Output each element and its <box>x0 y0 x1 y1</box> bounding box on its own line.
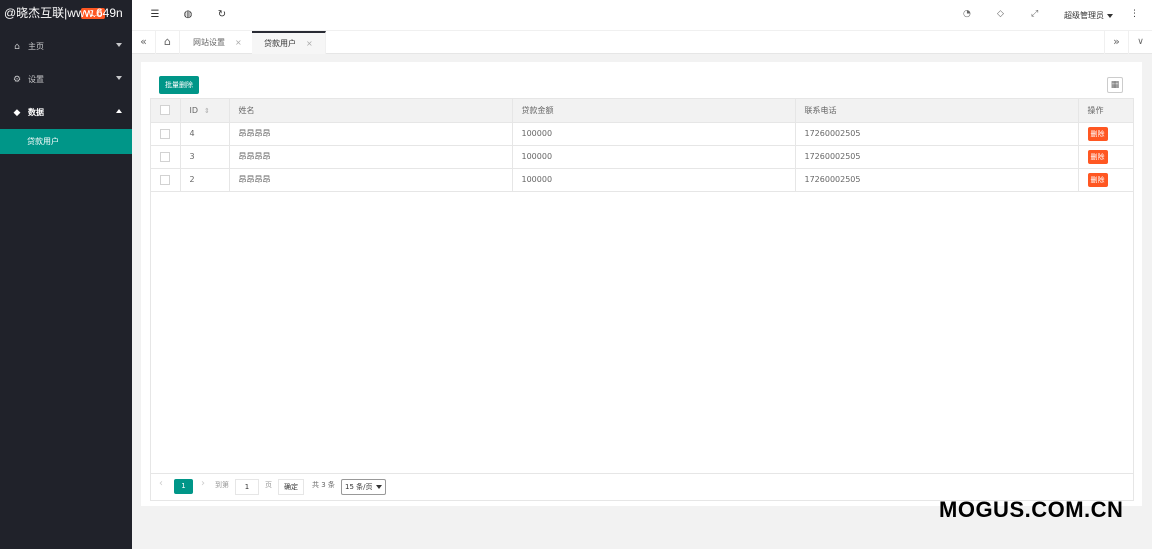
sort-icon[interactable]: ⇕ <box>204 107 210 115</box>
column-header-phone: 联系电话 <box>795 99 1079 123</box>
close-icon[interactable]: × <box>306 39 313 48</box>
caret-down-icon <box>1107 13 1113 18</box>
next-page-icon[interactable]: › <box>201 478 205 489</box>
data-table: ID ⇕ 姓名 贷款金额 联系电话 操作 4 昂昂昂昂 100000 172600… <box>150 98 1134 501</box>
row-select-cell <box>151 122 181 146</box>
tag-icon[interactable]: ◇ <box>997 9 1004 19</box>
tab-label: 贷款用户 <box>264 39 296 48</box>
sidebar-subitem-loan-users[interactable]: 贷款用户 <box>0 129 132 154</box>
cell-action: 删除 <box>1078 122 1133 146</box>
tab-site-settings[interactable]: 网站设置 × <box>181 31 255 54</box>
refresh-icon[interactable]: ↻ <box>216 9 228 21</box>
watermark-top: @晓杰互联|www.649n <box>4 6 123 20</box>
pagination: ‹ 1 › 到第 1 页 确定 共 3 条 15 条/页 <box>151 473 1133 500</box>
tab-loan-users[interactable]: 贷款用户 × <box>252 31 326 54</box>
admin-label: 超级管理员 <box>1064 11 1104 20</box>
more-icon[interactable]: ⋮ <box>1130 9 1139 19</box>
batch-delete-button[interactable]: 批量删除 <box>159 76 199 94</box>
table-row: 3 昂昂昂昂 100000 17260002505 删除 <box>151 145 1133 169</box>
column-header-action: 操作 <box>1078 99 1133 123</box>
cell-phone: 17260002505 <box>795 168 1079 192</box>
sidebar-item-label: 主页 <box>28 42 44 51</box>
menu-toggle-icon[interactable]: ☰ <box>149 9 161 21</box>
cell-name: 昂昂昂昂 <box>229 122 513 146</box>
row-checkbox[interactable] <box>160 128 170 139</box>
row-select-cell <box>151 145 181 169</box>
delete-button[interactable]: 删除 <box>1087 149 1108 164</box>
cell-phone: 17260002505 <box>795 145 1079 169</box>
column-header-amount: 贷款金额 <box>512 99 796 123</box>
goto-label: 到第 <box>215 481 229 489</box>
theme-icon[interactable]: ◔ <box>963 9 971 19</box>
tab-label: 网站设置 <box>193 38 225 47</box>
tabs-scroll-right-icon[interactable]: » <box>1104 31 1128 54</box>
diamond-icon: ◆ <box>13 107 21 118</box>
select-all-cell <box>151 99 181 123</box>
cell-phone: 17260002505 <box>795 122 1079 146</box>
sidebar-item-label: 数据 <box>28 108 44 117</box>
home-tab-icon[interactable]: ⌂ <box>156 31 180 54</box>
cell-id: 4 <box>180 122 230 146</box>
chevron-down-icon[interactable]: ∨ <box>1128 31 1152 54</box>
table-toolbar: 批量删除 ▦ <box>151 70 1133 98</box>
delete-button[interactable]: 删除 <box>1087 126 1108 141</box>
cell-name: 昂昂昂昂 <box>229 145 513 169</box>
total-count: 共 3 条 <box>312 481 335 489</box>
tabs-scroll-left-icon[interactable]: « <box>132 31 156 54</box>
chevron-down-icon <box>116 43 122 47</box>
row-checkbox[interactable] <box>160 151 170 162</box>
column-label: ID <box>189 105 199 115</box>
current-page-button[interactable]: 1 <box>174 479 193 494</box>
columns-icon[interactable]: ▦ <box>1107 77 1123 93</box>
page-suffix: 页 <box>265 481 272 489</box>
cell-name: 昂昂昂昂 <box>229 168 513 192</box>
sidebar-item-settings[interactable]: ⚙ 设置 <box>0 63 132 96</box>
page-size-select[interactable]: 15 条/页 <box>341 479 386 495</box>
sidebar-item-label: 设置 <box>28 75 44 84</box>
tab-bar: « ⌂ 网站设置 × 贷款用户 × » ∨ <box>132 30 1152 54</box>
prev-page-icon[interactable]: ‹ <box>159 478 163 489</box>
admin-menu[interactable]: 超级管理员 <box>1064 10 1113 21</box>
top-header: ☰ ◍ ↻ ◔ ◇ ⤢ 超级管理员 ⋮ <box>132 0 1152 30</box>
cell-amount: 100000 <box>512 145 796 169</box>
row-checkbox[interactable] <box>160 174 170 185</box>
row-select-cell <box>151 168 181 192</box>
cell-action: 删除 <box>1078 145 1133 169</box>
gear-icon: ⚙ <box>12 74 22 85</box>
goto-page-input[interactable]: 1 <box>235 479 259 495</box>
goto-confirm-button[interactable]: 确定 <box>278 479 304 495</box>
cell-action: 删除 <box>1078 168 1133 192</box>
cell-id: 3 <box>180 145 230 169</box>
table-header-row: ID ⇕ 姓名 贷款金额 联系电话 操作 <box>151 99 1133 123</box>
cell-amount: 100000 <box>512 122 796 146</box>
page-size-value: 15 条/页 <box>345 483 373 491</box>
chevron-up-icon <box>116 109 122 113</box>
sidebar-item-data[interactable]: ◆ 数据 <box>0 96 132 129</box>
watermark-bottom: MOGUS.COM.CN <box>939 497 1124 522</box>
cell-amount: 100000 <box>512 168 796 192</box>
fullscreen-icon[interactable]: ⤢ <box>1031 9 1038 19</box>
sidebar: ... V1.0 ⌂ 主页 ⚙ 设置 ◆ 数据 贷款用户 <box>0 0 132 549</box>
home-icon: ⌂ <box>14 41 20 52</box>
column-header-name: 姓名 <box>229 99 513 123</box>
globe-icon[interactable]: ◍ <box>182 9 194 21</box>
column-header-id[interactable]: ID ⇕ <box>180 99 230 123</box>
caret-down-icon <box>375 485 382 489</box>
sidebar-item-home[interactable]: ⌂ 主页 <box>0 30 132 63</box>
content-card: 批量删除 ▦ ID ⇕ 姓名 贷款金额 联系电话 操作 4 昂昂昂昂 10000… <box>141 62 1142 506</box>
close-icon[interactable]: × <box>235 38 242 47</box>
cell-id: 2 <box>180 168 230 192</box>
table-row: 4 昂昂昂昂 100000 17260002505 删除 <box>151 122 1133 146</box>
table-row: 2 昂昂昂昂 100000 17260002505 删除 <box>151 168 1133 192</box>
delete-button[interactable]: 删除 <box>1087 172 1108 187</box>
chevron-down-icon <box>116 76 122 80</box>
select-all-checkbox[interactable] <box>160 105 170 116</box>
